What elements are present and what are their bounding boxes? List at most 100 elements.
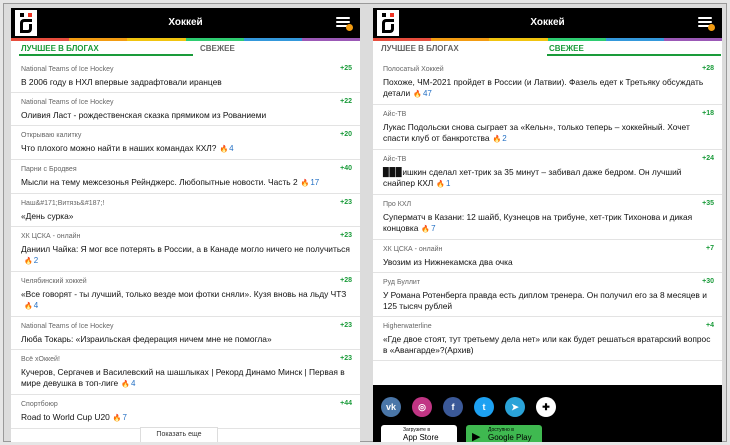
- rating-score: +28: [702, 65, 714, 72]
- news-item[interactable]: Полосатый Хоккей +28 Похоже, ЧМ-2021 пройд…: [373, 60, 722, 105]
- comment-count[interactable]: 4: [34, 301, 38, 310]
- google-play-button[interactable]: ▶ Доступно в Google Play: [466, 425, 542, 442]
- comment-count[interactable]: 2: [34, 256, 38, 265]
- news-title-text[interactable]: Люба Токарь: «Израильская федерация ниче…: [21, 334, 272, 344]
- rating-score: +24: [702, 155, 714, 162]
- tab-fresh[interactable]: СВЕЖЕЕ: [549, 44, 584, 53]
- news-title-text[interactable]: У Романа Ротенберга правда есть диплом т…: [383, 290, 707, 311]
- blog-source[interactable]: ХК ЦСКА - онлайн: [383, 245, 714, 254]
- menu-icon[interactable]: [336, 17, 353, 31]
- news-title[interactable]: Похоже, ЧМ-2021 пройдет в России (и Латв…: [383, 77, 714, 100]
- news-item[interactable]: Парни с Бродвея +40 Мысли на тему межсезон…: [11, 160, 360, 194]
- news-title-text[interactable]: «Где двое стоят, тут третьему дела нет» …: [383, 334, 710, 355]
- menu-icon[interactable]: [698, 17, 715, 31]
- rating-score: +7: [706, 245, 714, 252]
- flame-icon: 🔥: [413, 91, 422, 98]
- news-title[interactable]: Road to World Cup U20 🔥7: [21, 412, 352, 424]
- news-item[interactable]: Айс-ТВ +24 ▉▉▉ишкин сделал хет-трик за 35 …: [373, 150, 722, 195]
- news-item[interactable]: National Teams of Ice Hockey +22 Оливия Ла…: [11, 93, 360, 126]
- news-title[interactable]: Оливия Ласт - рождественская сказка прям…: [21, 110, 352, 121]
- comment-count[interactable]: 4: [131, 379, 135, 388]
- comment-count[interactable]: 2: [502, 134, 506, 143]
- show-more-button[interactable]: Показать еще: [140, 427, 218, 442]
- news-title[interactable]: Кучеров, Сергачев и Василевский на шашлы…: [21, 367, 352, 390]
- news-title-text[interactable]: Оливия Ласт - рождественская сказка прям…: [21, 110, 266, 120]
- instagram-icon[interactable]: ◎: [412, 397, 432, 417]
- news-title[interactable]: Даниил Чайка: Я мог все потерять в Росси…: [21, 244, 352, 267]
- facebook-icon[interactable]: f: [443, 397, 463, 417]
- news-item[interactable]: National Teams of Ice Hockey +23 Люба Тока…: [11, 317, 360, 350]
- rating-score: +25: [340, 65, 352, 72]
- tab-best[interactable]: ЛУЧШЕЕ В БЛОГАХ: [21, 44, 99, 53]
- news-item[interactable]: National Teams of Ice Hockey +25 В 2006 го…: [11, 60, 360, 93]
- news-title[interactable]: «День сурка»: [21, 211, 352, 222]
- blog-source[interactable]: Всё хОккей!: [21, 355, 352, 364]
- news-title-text[interactable]: Мысли на тему межсезонья Рейнджерс. Любо…: [21, 177, 298, 187]
- blog-source[interactable]: Руд Буллит: [383, 278, 714, 287]
- blog-source[interactable]: Про КХЛ: [383, 200, 714, 209]
- news-title[interactable]: Суперматч в Казани: 12 шайб, Кузнецов на…: [383, 212, 714, 235]
- comment-count[interactable]: 47: [423, 89, 432, 98]
- telegram-icon[interactable]: ➤: [505, 397, 525, 417]
- news-title[interactable]: Мысли на тему межсезонья Рейнджерс. Любо…: [21, 177, 352, 189]
- blog-source[interactable]: Айс-ТВ: [383, 110, 714, 119]
- sports-app-icon[interactable]: ✚: [536, 397, 556, 417]
- news-title[interactable]: Увозим из Нижнекамска два очка: [383, 257, 714, 268]
- news-item[interactable]: ХК ЦСКА - онлайн +23 Даниил Чайка: Я мог в…: [11, 227, 360, 272]
- news-item[interactable]: Спортбоюр +44 Road to World Cup U20 🔥7: [11, 395, 360, 429]
- news-title[interactable]: «Где двое стоят, тут третьему дела нет» …: [383, 334, 714, 356]
- blog-source[interactable]: Higherwaterline: [383, 322, 714, 331]
- news-title-text[interactable]: Даниил Чайка: Я мог все потерять в Росси…: [21, 244, 350, 254]
- news-item[interactable]: Открываю калитку +20 Что плохого можно най…: [11, 126, 360, 160]
- news-title-text[interactable]: «Все говорят - ты лучший, только везде м…: [21, 289, 346, 299]
- news-item[interactable]: Про КХЛ +35 Суперматч в Казани: 12 шайб, К…: [373, 195, 722, 240]
- app-store-button[interactable]: Загрузите в App Store: [381, 425, 457, 442]
- tab-best[interactable]: ЛУЧШЕЕ В БЛОГАХ: [381, 44, 459, 53]
- news-title-text[interactable]: ▉▉▉ишкин сделал хет-трик за 35 минут – з…: [383, 167, 681, 188]
- comment-count[interactable]: 1: [446, 179, 450, 188]
- news-title[interactable]: В 2006 году в НХЛ впервые задрафтовали и…: [21, 77, 352, 88]
- comment-count[interactable]: 7: [431, 224, 435, 233]
- blog-source[interactable]: Полосатый Хоккей: [383, 65, 714, 74]
- rating-score: +35: [702, 200, 714, 207]
- news-item[interactable]: Челябинский хоккей +28 «Все говорят - ты л…: [11, 272, 360, 317]
- blog-source[interactable]: Парни с Бродвея: [21, 165, 352, 174]
- news-item[interactable]: Всё хОккей! +23 Кучеров, Сергачев и Василе…: [11, 350, 360, 395]
- news-title-text[interactable]: Road to World Cup U20: [21, 412, 110, 422]
- rating-score: +44: [340, 400, 352, 407]
- news-title-text[interactable]: Кучеров, Сергачев и Василевский на шашлы…: [21, 367, 345, 388]
- blog-source[interactable]: National Teams of Ice Hockey: [21, 322, 352, 331]
- blog-source[interactable]: Спортбоюр: [21, 400, 352, 409]
- news-title[interactable]: Люба Токарь: «Израильская федерация ниче…: [21, 334, 352, 345]
- news-title[interactable]: У Романа Ротенберга правда есть диплом т…: [383, 290, 714, 312]
- comment-count[interactable]: 7: [122, 413, 126, 422]
- blog-source[interactable]: National Teams of Ice Hockey: [21, 98, 352, 107]
- vk-icon[interactable]: vk: [381, 397, 401, 417]
- news-title[interactable]: «Все говорят - ты лучший, только везде м…: [21, 289, 352, 312]
- news-title[interactable]: Лукас Подольски снова сыграет за «Кельн»…: [383, 122, 714, 145]
- news-list: Полосатый Хоккей +28 Похоже, ЧМ-2021 пройд…: [373, 60, 722, 361]
- news-item[interactable]: Айс-ТВ +18 Лукас Подольски снова сыграет з…: [373, 105, 722, 150]
- news-title-text[interactable]: «День сурка»: [21, 211, 73, 221]
- news-item[interactable]: ХК ЦСКА - онлайн +7 Увозим из Нижнекамска …: [373, 240, 722, 273]
- blog-source[interactable]: ХК ЦСКА - онлайн: [21, 232, 352, 241]
- comment-count[interactable]: 17: [310, 178, 319, 187]
- blog-source[interactable]: Челябинский хоккей: [21, 277, 352, 286]
- blog-source[interactable]: National Teams of Ice Hockey: [21, 65, 352, 74]
- twitter-icon[interactable]: t: [474, 397, 494, 417]
- comment-count[interactable]: 4: [229, 144, 233, 153]
- news-title-text[interactable]: Лукас Подольски снова сыграет за «Кельн»…: [383, 122, 690, 143]
- news-item[interactable]: Higherwaterline +4 «Где двое стоят, тут тр…: [373, 317, 722, 361]
- blog-source[interactable]: Открываю калитку: [21, 131, 352, 140]
- news-title-text[interactable]: Увозим из Нижнекамска два очка: [383, 257, 513, 267]
- news-title[interactable]: ▉▉▉ишкин сделал хет-трик за 35 минут – з…: [383, 167, 714, 190]
- blog-source[interactable]: Наш&#171;Витязь&#187;!: [21, 199, 352, 208]
- news-item[interactable]: Наш&#171;Витязь&#187;! +23 «День сурка»: [11, 194, 360, 227]
- news-item[interactable]: Руд Буллит +30 У Романа Ротенберга правда …: [373, 273, 722, 317]
- news-title[interactable]: Что плохого можно найти в наших командах…: [21, 143, 352, 155]
- tab-fresh[interactable]: СВЕЖЕЕ: [200, 44, 235, 53]
- blog-source[interactable]: Айс-ТВ: [383, 155, 714, 164]
- news-title-text[interactable]: Что плохого можно найти в наших командах…: [21, 143, 216, 153]
- news-title-text[interactable]: В 2006 году в НХЛ впервые задрафтовали и…: [21, 77, 222, 87]
- rating-score: +23: [340, 199, 352, 206]
